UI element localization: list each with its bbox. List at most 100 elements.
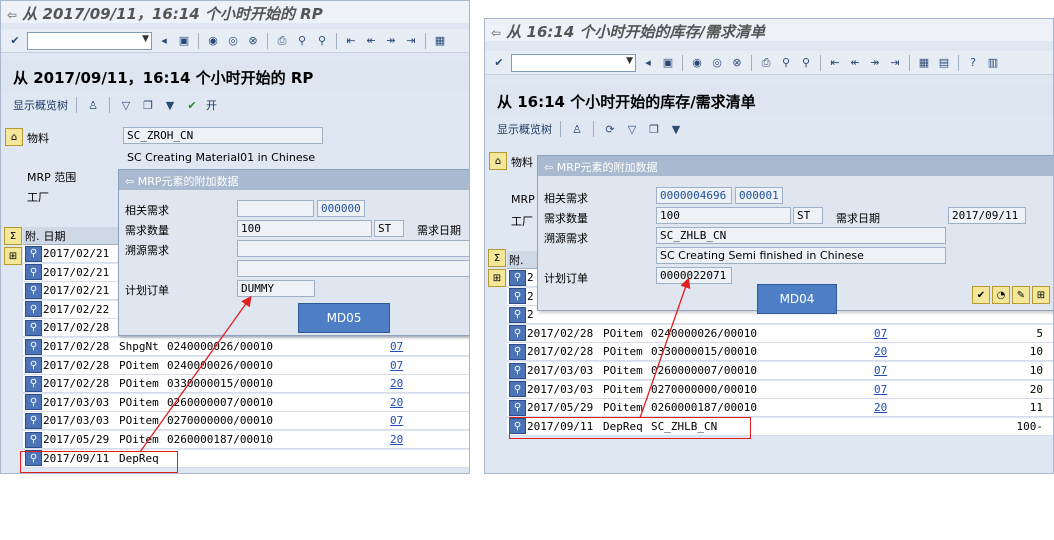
layout-icon[interactable]: ▥ xyxy=(985,55,1001,71)
table-row[interactable]: ⚲ 2017/05/29 POitem 0260000187/00010 20 xyxy=(23,431,469,449)
print-icon[interactable]: ⎙ xyxy=(758,55,774,71)
edit-pencil-icon[interactable]: ✎ xyxy=(1012,286,1030,304)
find-icon[interactable]: ⚲ xyxy=(778,55,794,71)
detail-magnifier-icon[interactable]: ⚲ xyxy=(25,394,42,411)
show-overview-tree-button[interactable]: 显示概览树 xyxy=(497,121,552,137)
find-next-icon[interactable]: ⚲ xyxy=(314,33,330,49)
back-arrow-icon[interactable]: ◂ xyxy=(156,33,172,49)
row-link[interactable]: 20 xyxy=(390,396,403,409)
detail-magnifier-icon[interactable]: ⚲ xyxy=(25,357,42,374)
help-icon[interactable]: ? xyxy=(965,55,981,71)
prev-page-icon[interactable]: ↞ xyxy=(363,33,379,49)
back-icon[interactable]: ◉ xyxy=(689,55,705,71)
command-field[interactable] xyxy=(511,53,636,72)
exit-icon[interactable]: ◎ xyxy=(709,55,725,71)
enter-icon[interactable]: ✔ xyxy=(491,55,507,71)
last-page-icon[interactable]: ⇥ xyxy=(403,33,419,49)
popup-action-buttons: ✔ ◔ ✎ ⊞ xyxy=(972,286,1050,304)
next-page-icon[interactable]: ↠ xyxy=(867,55,883,71)
detail-magnifier-icon[interactable]: ⚲ xyxy=(509,399,526,416)
material-icon-button[interactable]: ⌂ xyxy=(489,152,507,170)
hierarchy-tree-icon[interactable]: ⊞ xyxy=(1032,286,1050,304)
detail-magnifier-icon[interactable]: ⚲ xyxy=(25,338,42,355)
print-icon[interactable]: ⎙ xyxy=(274,33,290,49)
next-page-icon[interactable]: ↠ xyxy=(383,33,399,49)
refresh-icon[interactable]: ⟳ xyxy=(602,121,618,137)
show-overview-tree-button[interactable]: 显示概览树 xyxy=(13,97,68,113)
sum-icon[interactable]: Σ xyxy=(488,249,506,267)
person-icon[interactable]: ♙ xyxy=(85,97,101,113)
row-link[interactable]: 07 xyxy=(874,383,887,396)
glasses-icon[interactable]: ◔ xyxy=(992,286,1010,304)
row-link[interactable]: 07 xyxy=(390,414,403,427)
checkmark-icon[interactable]: ✔ xyxy=(184,97,200,113)
save-icon[interactable]: ▣ xyxy=(660,55,676,71)
detail-magnifier-icon[interactable]: ⚲ xyxy=(25,319,42,336)
find-icon[interactable]: ⚲ xyxy=(294,33,310,49)
table-row[interactable]: ⚲ 2017/02/28 ShpgNt 0240000026/00010 07 xyxy=(23,338,469,356)
detail-magnifier-icon[interactable]: ⚲ xyxy=(509,362,526,379)
detail-magnifier-icon[interactable]: ⚲ xyxy=(509,306,526,323)
detail-magnifier-icon[interactable]: ⚲ xyxy=(25,301,42,318)
new-session-icon[interactable]: ▦ xyxy=(916,55,932,71)
row-link[interactable]: 07 xyxy=(874,327,887,340)
cancel-icon[interactable]: ⊗ xyxy=(729,55,745,71)
detail-magnifier-icon[interactable]: ⚲ xyxy=(25,375,42,392)
table-row[interactable]: ⚲ 2017/02/28 POitem 0240000026/00010 07 xyxy=(23,356,469,375)
detail-magnifier-icon[interactable]: ⚲ xyxy=(509,325,526,342)
table-row[interactable]: ⚲ 2017/02/28 POitem 0240000026/00010 07 5 xyxy=(507,324,1053,343)
new-session-icon[interactable]: ▦ xyxy=(432,33,448,49)
row-link[interactable]: 20 xyxy=(390,377,403,390)
table-row[interactable]: ⚲ 2017/03/03 POitem 0260000007/00010 07 10 xyxy=(507,362,1053,380)
prev-page-icon[interactable]: ↞ xyxy=(847,55,863,71)
row-link[interactable]: 07 xyxy=(390,340,403,353)
table-row[interactable]: ⚲ 2017/02/28 POitem 0330000015/00010 20 xyxy=(23,375,469,394)
material-icon-button[interactable]: ⌂ xyxy=(5,128,23,146)
first-page-icon[interactable]: ⇤ xyxy=(827,55,843,71)
person-icon[interactable]: ♙ xyxy=(569,121,585,137)
shortcut-icon[interactable]: ▤ xyxy=(936,55,952,71)
table-row[interactable]: ⚲ 2017/05/29 POitem 0260000187/00010 20 11 xyxy=(507,399,1053,418)
row-link[interactable]: 07 xyxy=(874,364,887,377)
filter-settings-icon[interactable]: ▼ xyxy=(668,121,684,137)
exit-icon[interactable]: ◎ xyxy=(225,33,241,49)
row-link[interactable]: 20 xyxy=(390,433,403,446)
back-icon[interactable]: ◉ xyxy=(205,33,221,49)
find-next-icon[interactable]: ⚲ xyxy=(798,55,814,71)
hierarchy-icon[interactable]: ⊞ xyxy=(4,247,22,265)
row-link[interactable]: 20 xyxy=(874,345,887,358)
save-icon[interactable]: ▣ xyxy=(176,33,192,49)
row-link[interactable]: 07 xyxy=(390,359,403,372)
enter-icon[interactable]: ✔ xyxy=(7,33,23,49)
filter-settings-icon[interactable]: ▼ xyxy=(162,97,178,113)
last-page-icon[interactable]: ⇥ xyxy=(887,55,903,71)
filter-icon[interactable]: ▽ xyxy=(118,97,134,113)
detail-magnifier-icon[interactable]: ⚲ xyxy=(509,288,526,305)
table-row[interactable]: ⚲ 2017/03/03 POitem 0270000000/00010 07 20 xyxy=(507,380,1053,399)
row-link[interactable]: 20 xyxy=(874,401,887,414)
filter-icon[interactable]: ▽ xyxy=(624,121,640,137)
table-row[interactable]: ⚲ 2017/03/03 POitem 0270000000/00010 07 xyxy=(23,412,469,431)
back-arrow-icon[interactable]: ◂ xyxy=(640,55,656,71)
detail-magnifier-icon[interactable]: ⚲ xyxy=(25,412,42,429)
detail-magnifier-icon[interactable]: ⚲ xyxy=(25,431,42,448)
detail-magnifier-icon[interactable]: ⚲ xyxy=(509,343,526,360)
source-req-label: 溯源需求 xyxy=(544,232,588,245)
sum-icon[interactable]: Σ xyxy=(4,227,22,245)
detail-magnifier-icon[interactable]: ⚲ xyxy=(25,245,42,262)
table-row[interactable]: ⚲ 2017/02/28 POitem 0330000015/00010 20 10 xyxy=(507,343,1053,362)
open-button-label[interactable]: 开 xyxy=(206,97,217,113)
command-field[interactable] xyxy=(27,31,152,50)
detail-magnifier-icon[interactable]: ⚲ xyxy=(25,264,42,281)
confirm-icon[interactable]: ✔ xyxy=(972,286,990,304)
first-page-icon[interactable]: ⇤ xyxy=(343,33,359,49)
copy-icon[interactable]: ❐ xyxy=(646,121,662,137)
cancel-icon[interactable]: ⊗ xyxy=(245,33,261,49)
detail-magnifier-icon[interactable]: ⚲ xyxy=(509,381,526,398)
copy-icon[interactable]: ❐ xyxy=(140,97,156,113)
detail-magnifier-icon[interactable]: ⚲ xyxy=(509,269,526,286)
hierarchy-icon[interactable]: ⊞ xyxy=(488,269,506,287)
table-row[interactable]: ⚲ 2017/03/03 POitem 0260000007/00010 20 xyxy=(23,393,469,412)
row-type: POitem xyxy=(603,326,643,340)
detail-magnifier-icon[interactable]: ⚲ xyxy=(25,282,42,299)
